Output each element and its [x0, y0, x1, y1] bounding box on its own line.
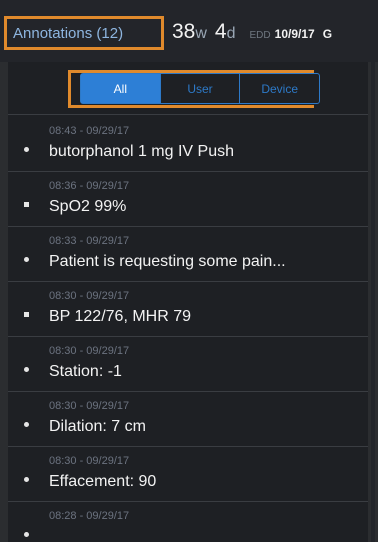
list-item[interactable]: 08:30 - 09/29/17 Effacement: 90: [8, 447, 368, 502]
device-marker-icon: [24, 202, 29, 207]
annotation-timestamp: 08:43 - 09/29/17: [49, 125, 130, 137]
tab-device[interactable]: Device: [239, 74, 319, 103]
annotations-button[interactable]: Annotations (12): [4, 16, 164, 50]
tab-all[interactable]: All: [81, 74, 160, 103]
annotation-text: BP 122/76, MHR 79: [49, 308, 192, 325]
list-item[interactable]: 08:28 - 09/29/17: [8, 502, 368, 542]
divider: [8, 114, 368, 115]
user-marker-icon: [24, 422, 29, 427]
list-item[interactable]: 08:43 - 09/29/17 butorphanol 1 mg IV Push: [8, 117, 368, 172]
annotation-text: Effacement: 90: [49, 473, 157, 490]
annotations-panel: All User Device 08:43 - 09/29/17 butorpha…: [8, 62, 368, 542]
scrollbar[interactable]: [371, 62, 375, 542]
tab-user[interactable]: User: [159, 74, 240, 103]
list-item[interactable]: 08:33 - 09/29/17 Patient is requesting so…: [8, 227, 368, 282]
truncated-header-text: G: [322, 27, 333, 41]
ga-days-unit: d: [226, 25, 236, 42]
annotation-text: Patient is requesting some pain...: [49, 253, 286, 270]
edd-value: 10/9/17: [274, 27, 315, 41]
user-marker-icon: [24, 147, 29, 152]
annotations-label: Annotations (12): [13, 24, 124, 42]
annotation-text: butorphanol 1 mg IV Push: [49, 143, 235, 160]
annotation-timestamp: 08:30 - 09/29/17: [49, 400, 130, 412]
annotation-timestamp: 08:30 - 09/29/17: [49, 455, 130, 467]
user-marker-icon: [24, 257, 29, 262]
list-item[interactable]: 08:30 - 09/29/17 BP 122/76, MHR 79: [8, 282, 368, 337]
annotation-text: SpO2 99%: [49, 198, 127, 215]
user-marker-icon: [24, 477, 29, 482]
gestational-age: 38 w 4 d EDD 10/9/17 G: [172, 20, 332, 48]
device-marker-icon: [24, 312, 29, 317]
annotation-timestamp: 08:33 - 09/29/17: [49, 235, 130, 247]
ga-weeks-unit: w: [195, 25, 207, 42]
list-item[interactable]: 08:30 - 09/29/17 Station: -1: [8, 337, 368, 392]
annotation-list[interactable]: 08:43 - 09/29/17 butorphanol 1 mg IV Push…: [8, 117, 368, 542]
filter-segmented-control: All User Device: [80, 73, 320, 104]
user-marker-icon: [24, 532, 29, 537]
top-bar: Annotations (12) 38 w 4 d EDD 10/9/17 G: [0, 0, 378, 62]
ga-weeks: 38: [172, 20, 196, 43]
annotation-timestamp: 08:36 - 09/29/17: [49, 180, 130, 192]
annotation-text: Station: -1: [49, 363, 122, 380]
ga-days: 4: [214, 20, 227, 43]
list-item[interactable]: 08:30 - 09/29/17 Dilation: 7 cm: [8, 392, 368, 447]
annotation-timestamp: 08:28 - 09/29/17: [49, 510, 130, 522]
edd-label: EDD: [249, 30, 271, 41]
user-marker-icon: [24, 367, 29, 372]
list-item[interactable]: 08:36 - 09/29/17 SpO2 99%: [8, 172, 368, 227]
annotation-timestamp: 08:30 - 09/29/17: [49, 345, 130, 357]
annotation-text: Dilation: 7 cm: [49, 418, 146, 435]
annotation-timestamp: 08:30 - 09/29/17: [49, 290, 130, 302]
